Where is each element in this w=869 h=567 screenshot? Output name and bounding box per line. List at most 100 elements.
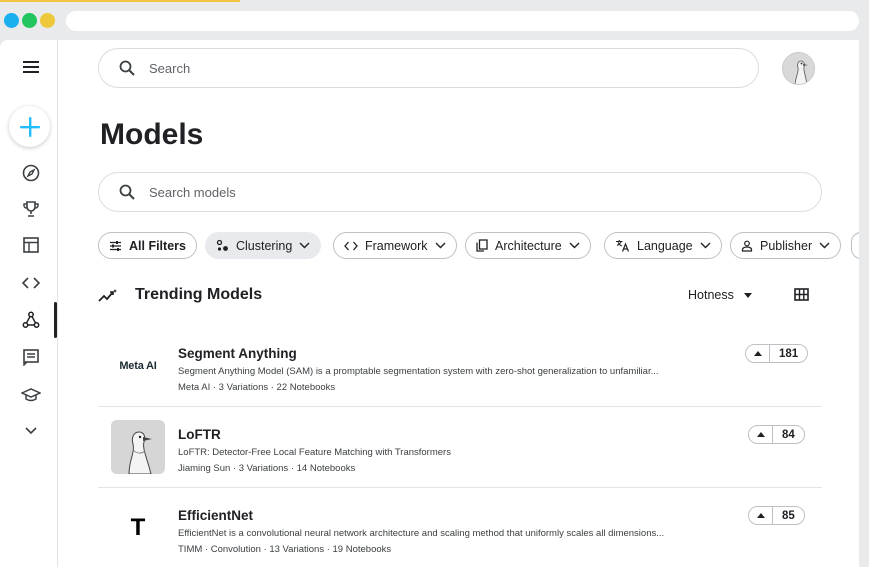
sidebar-item-learn[interactable] xyxy=(14,380,48,410)
address-bar[interactable] xyxy=(66,11,859,31)
section-title: Trending Models xyxy=(135,286,263,303)
search-icon xyxy=(119,60,135,76)
upvote-icon xyxy=(746,345,770,362)
model-description: EfficientNet is a convolutional neural n… xyxy=(178,528,665,539)
chip-label: Framework xyxy=(365,238,428,253)
clustering-icon xyxy=(216,239,229,252)
vote-count: 85 xyxy=(782,509,795,522)
publisher-logo: T xyxy=(111,501,165,555)
sidebar-item-datasets[interactable] xyxy=(14,230,48,260)
upvote-button[interactable]: 84 xyxy=(748,425,805,444)
window-minimize-button[interactable] xyxy=(22,13,37,28)
all-filters-chip[interactable]: All Filters xyxy=(98,232,197,259)
sort-label: Hotness xyxy=(688,288,734,302)
goose-avatar-icon xyxy=(783,53,814,84)
model-row[interactable]: Meta AI Segment Anything Segment Anythin… xyxy=(98,326,822,407)
filter-chips: All Filters Clustering Framework Archite… xyxy=(98,232,859,260)
chip-label: Clustering xyxy=(236,238,293,253)
chip-label: Language xyxy=(637,238,693,253)
chevron-down-icon xyxy=(569,242,580,249)
page-title: Models xyxy=(100,118,204,151)
model-row[interactable]: LoFTR LoFTR: Detector-Free Local Feature… xyxy=(98,407,822,488)
browser-window: Models All Filters Clustering Fra xyxy=(0,0,869,567)
timm-logo: T xyxy=(130,514,146,541)
search-icon xyxy=(119,184,135,200)
sidebar-item-more[interactable] xyxy=(14,416,48,446)
sidebar-active-indicator xyxy=(54,302,57,338)
meta-ai-logo: Meta AI xyxy=(119,360,157,372)
model-name[interactable]: LoFTR xyxy=(178,427,221,442)
search-input[interactable] xyxy=(149,60,661,76)
discussion-icon xyxy=(23,349,39,366)
school-icon xyxy=(21,388,41,402)
upvote-button[interactable]: 85 xyxy=(748,506,805,525)
sort-dropdown[interactable]: Hotness xyxy=(688,288,752,302)
goose-image-icon xyxy=(111,420,165,474)
chevron-down-icon xyxy=(25,427,37,435)
chevron-down-icon xyxy=(299,242,310,249)
sliders-icon xyxy=(109,240,122,252)
trending-section-header: Trending Models Hotness xyxy=(98,284,822,308)
model-row[interactable]: T EfficientNet EfficientNet is a convolu… xyxy=(98,488,822,567)
model-description: Segment Anything Model (SAM) is a prompt… xyxy=(178,366,659,377)
chip-label: Architecture xyxy=(495,238,562,253)
chip-label: Publisher xyxy=(760,238,813,253)
loading-progress xyxy=(0,0,240,2)
compass-icon xyxy=(22,164,40,182)
model-name[interactable]: EfficientNet xyxy=(178,508,253,523)
menu-icon xyxy=(23,61,39,73)
person-icon xyxy=(741,240,753,252)
page: Models All Filters Clustering Fra xyxy=(0,40,859,567)
chevron-down-icon xyxy=(700,242,711,249)
chevron-down-icon xyxy=(435,242,446,249)
grid-view-button[interactable] xyxy=(794,288,809,306)
model-thumbnail xyxy=(111,420,165,474)
sidebar-item-competitions[interactable] xyxy=(14,194,48,224)
vote-count: 181 xyxy=(779,347,799,360)
model-search[interactable] xyxy=(98,172,822,212)
create-button[interactable] xyxy=(9,106,50,147)
sidebar-item-code[interactable] xyxy=(14,268,48,298)
clustering-chip[interactable]: Clustering xyxy=(205,232,322,259)
model-meta: TIMM · Convolution · 13 Variations · 19 … xyxy=(178,544,392,555)
upvote-icon xyxy=(749,426,773,443)
publisher-logo: Meta AI xyxy=(111,339,165,393)
browser-top-bar xyxy=(0,0,869,40)
menu-button[interactable] xyxy=(14,52,48,82)
sidebar xyxy=(0,40,58,567)
model-search-input[interactable] xyxy=(149,184,711,200)
language-chip[interactable]: Language xyxy=(604,232,722,259)
trending-icon xyxy=(98,289,117,302)
model-meta: Jiaming Sun · 3 Variations · 14 Notebook… xyxy=(178,463,356,474)
user-avatar[interactable] xyxy=(782,52,815,85)
architecture-chip[interactable]: Architecture xyxy=(465,232,591,259)
translate-icon xyxy=(615,239,630,252)
sidebar-item-home[interactable] xyxy=(14,158,48,188)
upvote-icon xyxy=(749,507,773,524)
code-icon xyxy=(22,277,40,289)
sidebar-item-discussions[interactable] xyxy=(14,342,48,372)
framework-chip[interactable]: Framework xyxy=(333,232,457,259)
trophy-icon xyxy=(23,201,39,217)
chevron-down-icon xyxy=(819,242,830,249)
table-icon xyxy=(23,237,39,253)
model-description: LoFTR: Detector-Free Local Feature Match… xyxy=(178,447,451,458)
caret-down-icon xyxy=(743,292,752,298)
main-content: Models All Filters Clustering Fra xyxy=(98,40,859,567)
window-zoom-button[interactable] xyxy=(40,13,55,28)
vote-count: 84 xyxy=(782,428,795,441)
grid-icon xyxy=(794,288,809,301)
more-filters-chip[interactable] xyxy=(851,232,859,259)
publisher-chip[interactable]: Publisher xyxy=(730,232,842,259)
window-close-button[interactable] xyxy=(4,13,19,28)
copy-icon xyxy=(476,239,488,252)
upvote-button[interactable]: 181 xyxy=(745,344,809,363)
plus-icon xyxy=(19,116,40,137)
model-name[interactable]: Segment Anything xyxy=(178,346,297,361)
code-icon xyxy=(344,241,358,251)
models-icon xyxy=(22,311,40,328)
sidebar-item-models[interactable] xyxy=(14,305,48,335)
model-meta: Meta AI · 3 Variations · 22 Notebooks xyxy=(178,382,336,393)
chip-label: All Filters xyxy=(129,238,186,253)
global-search[interactable] xyxy=(98,48,759,88)
